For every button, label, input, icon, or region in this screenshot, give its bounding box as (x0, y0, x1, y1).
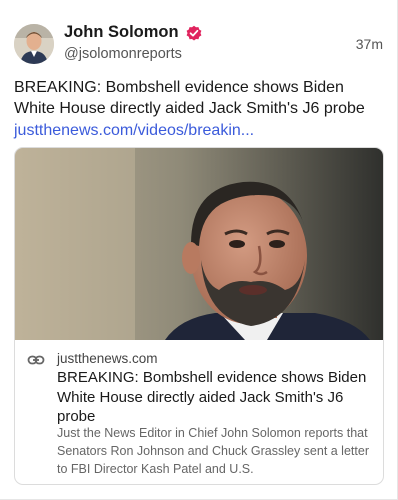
author-name-row: John Solomon (64, 23, 203, 42)
link-preview-title[interactable]: BREAKING: Bombshell evidence shows Biden… (57, 368, 377, 427)
link-preview-description: Just the News Editor in Chief John Solom… (57, 426, 369, 476)
author-name[interactable]: John Solomon (64, 23, 179, 42)
news-photo (15, 148, 383, 340)
post-header: John Solomon @jsolomonreports 37m (14, 22, 383, 66)
link-domain: justthenews.com (57, 351, 158, 366)
author-handle[interactable]: @jsolomonreports (64, 46, 182, 62)
post-link[interactable]: justthenews.com/videos/breakin... (14, 120, 254, 141)
social-post[interactable]: John Solomon @jsolomonreports 37m BREAKI… (0, 0, 398, 500)
link-preview-card[interactable]: justthenews.com BREAKING: Bombshell evid… (14, 147, 384, 485)
post-text: BREAKING: Bombshell evidence shows Biden… (14, 79, 365, 117)
avatar[interactable] (14, 24, 54, 64)
link-icon (27, 351, 45, 369)
post-timestamp[interactable]: 37m (356, 36, 383, 52)
verified-badge-icon (185, 24, 203, 42)
